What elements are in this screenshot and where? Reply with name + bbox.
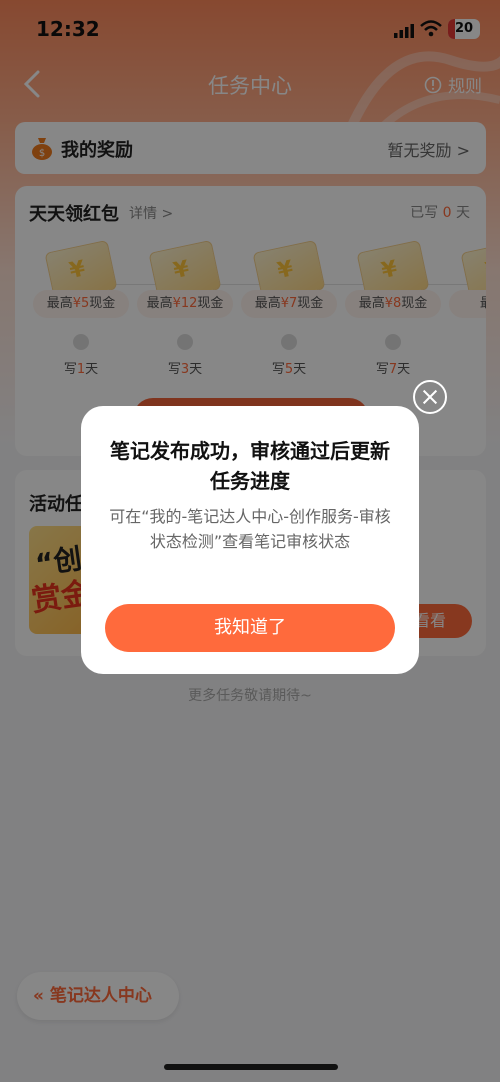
dialog-title: 笔记发布成功，审核通过后更新任务进度 xyxy=(110,439,390,493)
home-indicator xyxy=(164,1064,338,1070)
got-it-button[interactable]: 我知道了 xyxy=(105,604,395,652)
close-icon[interactable] xyxy=(413,380,447,414)
dialog-body: 可在“我的-笔记达人中心-创作服务-审核状态检测”查看笔记审核状态 xyxy=(109,507,391,551)
publish-success-dialog: 笔记发布成功，审核通过后更新任务进度 可在“我的-笔记达人中心-创作服务-审核状… xyxy=(81,406,419,674)
